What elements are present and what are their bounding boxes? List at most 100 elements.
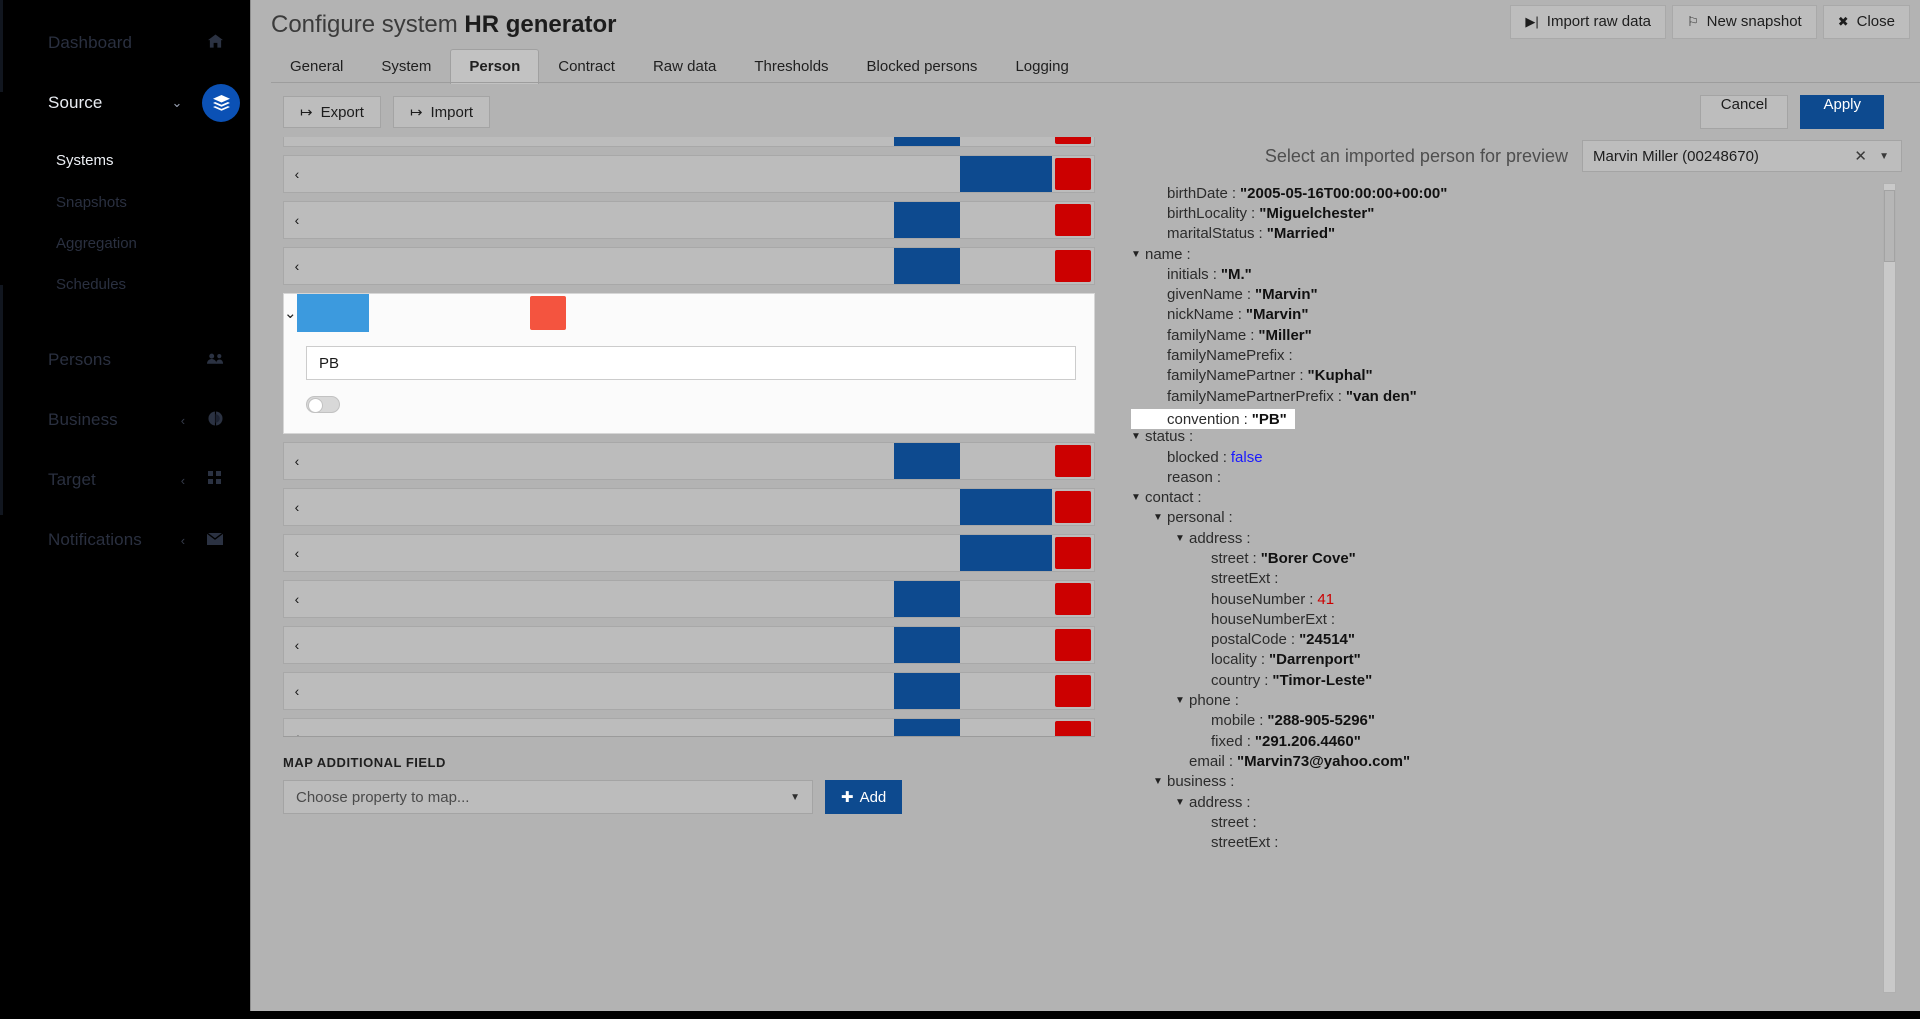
json-line[interactable]: streetExt: — [1131, 833, 1902, 853]
mode-field-button[interactable] — [894, 202, 960, 238]
json-line[interactable]: familyName: "Miller" — [1131, 325, 1902, 345]
json-scrollbar[interactable] — [1883, 183, 1896, 993]
field-row[interactable]: ‹ — [283, 488, 1095, 526]
twisty-icon[interactable]: ▼ — [1131, 431, 1145, 442]
json-line[interactable]: locality: "Darrenport" — [1131, 650, 1902, 670]
field-row[interactable]: ‹ — [283, 247, 1095, 285]
sidebar-item-dashboard[interactable]: Dashboard — [0, 18, 250, 68]
delete-icon[interactable] — [1055, 204, 1091, 236]
sidebar-item-business[interactable]: Business ‹ — [0, 395, 250, 445]
json-line[interactable]: maritalStatus: "Married" — [1131, 224, 1902, 244]
chevron-down-icon[interactable]: ⌄ — [284, 304, 297, 322]
mode-fixed-button[interactable] — [822, 673, 894, 709]
mode-fixed-button[interactable] — [822, 137, 894, 146]
tab-thresholds[interactable]: Thresholds — [735, 49, 847, 84]
json-line[interactable]: convention: "PB" — [1131, 409, 1295, 430]
delete-icon[interactable] — [1055, 675, 1091, 707]
mode-complex-button[interactable] — [960, 248, 1052, 284]
json-line[interactable]: ▼ address: — [1131, 792, 1902, 812]
chevron-left-icon[interactable]: ‹ — [284, 683, 310, 699]
tab-raw-data[interactable]: Raw data — [634, 49, 735, 84]
mode-field-button[interactable] — [894, 248, 960, 284]
delete-icon[interactable] — [529, 296, 566, 330]
fixed-value-input[interactable] — [306, 346, 1076, 380]
mode-complex-button[interactable] — [960, 673, 1052, 709]
mode-field-button[interactable] — [369, 294, 435, 332]
mode-field-button[interactable] — [894, 137, 960, 146]
field-row[interactable]: ‹ — [283, 626, 1095, 664]
chevron-down-icon[interactable]: ⌄ — [162, 95, 192, 111]
field-row[interactable]: ‹ — [283, 442, 1095, 480]
sidebar-item-source[interactable]: Source ⌄ — [0, 78, 250, 128]
tab-blocked-persons[interactable]: Blocked persons — [848, 49, 997, 84]
delete-icon[interactable] — [1055, 537, 1091, 569]
json-line[interactable]: ▼ personal: — [1131, 508, 1902, 528]
sidebar-item-persons[interactable]: Persons — [0, 335, 250, 385]
mode-fixed-button[interactable] — [822, 627, 894, 663]
mode-fixed-button[interactable] — [822, 156, 894, 192]
delete-icon[interactable] — [1055, 158, 1091, 190]
layers-icon[interactable] — [202, 84, 240, 122]
mode-field-button[interactable] — [894, 673, 960, 709]
field-row[interactable]: ‹ — [283, 580, 1095, 618]
json-line[interactable]: birthLocality: "Miguelchester" — [1131, 203, 1902, 223]
json-line[interactable]: nickName: "Marvin" — [1131, 305, 1902, 325]
mode-complex-button[interactable] — [960, 581, 1052, 617]
field-row[interactable]: ‹ — [283, 718, 1095, 736]
json-line[interactable]: fixed: "291.206.4460" — [1131, 731, 1902, 751]
delete-icon[interactable] — [1055, 250, 1091, 282]
twisty-icon[interactable]: ▼ — [1175, 533, 1189, 544]
tab-general[interactable]: General — [271, 49, 362, 84]
chevron-down-icon[interactable]: ▼ — [1879, 151, 1889, 162]
delete-icon[interactable] — [1055, 137, 1091, 144]
json-line[interactable]: ▼ name: — [1131, 244, 1902, 264]
require-field-toggle[interactable] — [306, 396, 340, 413]
add-field-button[interactable]: ✚ Add — [825, 780, 903, 814]
json-line[interactable]: ▼ contact: — [1131, 487, 1902, 507]
json-line[interactable]: mobile: "288-905-5296" — [1131, 711, 1902, 731]
mode-complex-button[interactable] — [960, 202, 1052, 238]
mode-field-button[interactable] — [894, 719, 960, 736]
json-line[interactable]: givenName: "Marvin" — [1131, 284, 1902, 304]
chevron-left-icon[interactable]: ‹ — [284, 729, 310, 736]
chevron-left-icon[interactable]: ‹ — [284, 258, 310, 274]
mode-fixed-button[interactable] — [822, 489, 894, 525]
chevron-left-icon[interactable]: ‹ — [284, 212, 310, 228]
tab-contract[interactable]: Contract — [539, 49, 634, 84]
json-line[interactable]: postalCode: "24514" — [1131, 630, 1902, 650]
mode-field-button[interactable] — [894, 489, 960, 525]
delete-icon[interactable] — [1055, 583, 1091, 615]
json-line[interactable]: initials: "M." — [1131, 264, 1902, 284]
apply-button[interactable]: Apply — [1800, 95, 1884, 129]
json-line[interactable]: blocked: false — [1131, 447, 1902, 467]
json-line[interactable]: familyNamePartnerPrefix: "van den" — [1131, 386, 1902, 406]
json-line[interactable]: streetExt: — [1131, 569, 1902, 589]
mode-complex-button[interactable] — [960, 719, 1052, 736]
mode-complex-button[interactable] — [960, 627, 1052, 663]
sidebar-item-target[interactable]: Target ‹ — [0, 455, 250, 505]
cancel-button[interactable]: Cancel — [1699, 95, 1789, 129]
sidebar-item-snapshots[interactable]: Snapshots — [0, 186, 250, 219]
json-line[interactable]: birthDate: "2005-05-16T00:00:00+00:00" — [1131, 183, 1902, 203]
delete-icon[interactable] — [1055, 721, 1091, 736]
mode-field-button[interactable] — [894, 627, 960, 663]
chevron-left-icon[interactable]: ‹ — [168, 473, 198, 488]
twisty-icon[interactable]: ▼ — [1153, 512, 1167, 523]
sidebar-item-aggregation[interactable]: Aggregation — [0, 227, 250, 260]
json-scroll-thumb[interactable] — [1884, 190, 1895, 262]
new-snapshot-button[interactable]: ⚐ New snapshot — [1672, 5, 1817, 39]
json-line[interactable]: ▼ address: — [1131, 528, 1902, 548]
import-raw-data-button[interactable]: ▶| Import raw data — [1510, 5, 1667, 39]
mode-fixed-button[interactable] — [822, 535, 894, 571]
twisty-icon[interactable]: ▼ — [1131, 492, 1145, 503]
clear-icon[interactable]: ✕ — [1854, 147, 1867, 165]
mode-complex-button[interactable] — [960, 156, 1052, 192]
chevron-left-icon[interactable]: ‹ — [284, 591, 310, 607]
chevron-left-icon[interactable]: ‹ — [284, 166, 310, 182]
export-button[interactable]: ↦ Export — [283, 96, 381, 128]
json-line[interactable]: reason: — [1131, 467, 1902, 487]
json-line[interactable]: street: "Borer Cove" — [1131, 548, 1902, 568]
json-line[interactable]: ▼ business: — [1131, 772, 1902, 792]
json-line[interactable]: ▼ status: — [1131, 427, 1902, 447]
field-row[interactable]: ‹ — [283, 672, 1095, 710]
